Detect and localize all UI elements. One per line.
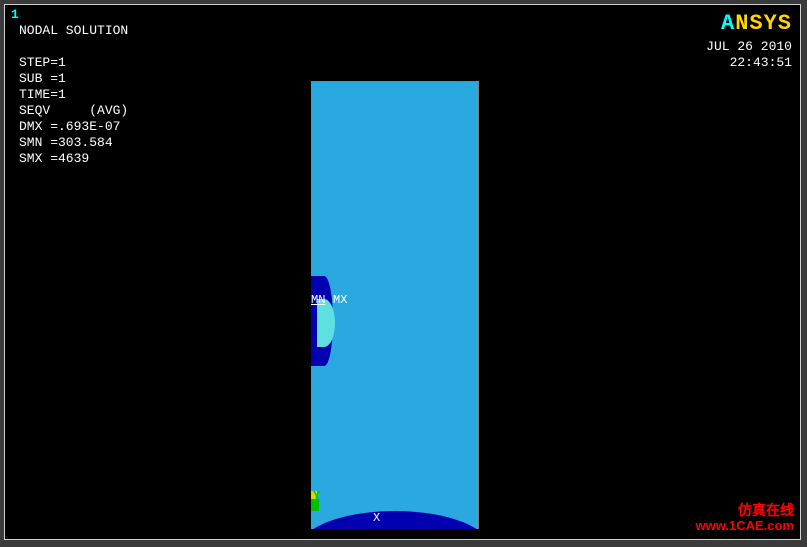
date-text: JUL 26 2010 xyxy=(706,39,792,54)
info-time: TIME=1 xyxy=(19,87,66,102)
time-text: 22:43:51 xyxy=(730,55,792,70)
logo-rest: NSYS xyxy=(735,11,792,36)
info-seqv: SEQV (AVG) xyxy=(19,103,128,118)
watermark: 仿真在线 www.1CAE.com xyxy=(696,503,794,533)
axis-y-label: Y xyxy=(313,489,320,503)
model-plot: MN MX Y X xyxy=(311,81,479,529)
info-step: STEP=1 xyxy=(19,55,66,70)
info-sub: SUB =1 xyxy=(19,71,66,86)
watermark-line1: 仿真在线 xyxy=(696,503,794,518)
min-marker: MN xyxy=(311,293,325,307)
window-number: 1 xyxy=(11,7,19,22)
datetime-block: JUL 26 2010 22:43:51 xyxy=(706,39,792,71)
graphics-viewport: 1 NODAL SOLUTION STEP=1 SUB =1 TIME=1 SE… xyxy=(4,4,801,540)
watermark-line2: www.1CAE.com xyxy=(696,518,794,533)
solution-info-block: NODAL SOLUTION STEP=1 SUB =1 TIME=1 SEQV… xyxy=(19,23,128,167)
header-title: NODAL SOLUTION xyxy=(19,23,128,38)
info-dmx: DMX =.693E-07 xyxy=(19,119,120,134)
info-smx: SMX =4639 xyxy=(19,151,89,166)
axis-x-label: X xyxy=(373,511,380,525)
ansys-logo: ANSYS xyxy=(721,11,792,36)
max-marker: MX xyxy=(333,293,347,307)
logo-letter-a: A xyxy=(721,11,735,36)
info-smn: SMN =303.584 xyxy=(19,135,113,150)
